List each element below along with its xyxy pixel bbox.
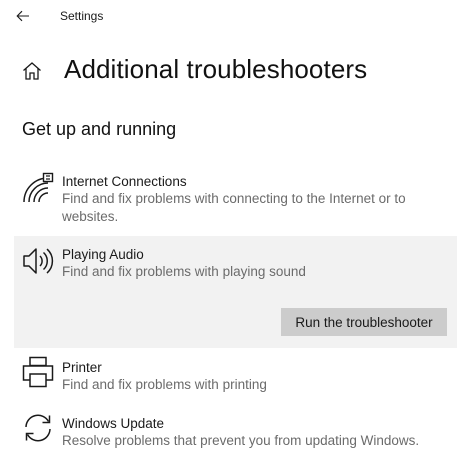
- sync-icon: [22, 412, 54, 444]
- item-description: Resolve problems that prevent you from u…: [62, 433, 420, 448]
- troubleshooter-printer[interactable]: Printer Find and fix problems with print…: [0, 354, 474, 398]
- item-title: Windows Update: [62, 416, 165, 431]
- back-arrow-icon: [16, 10, 30, 22]
- page-header: Additional troubleshooters: [0, 52, 474, 92]
- troubleshooter-playing-audio[interactable]: Playing Audio Find and fix problems with…: [14, 236, 457, 348]
- section-heading: Get up and running: [22, 119, 177, 139]
- run-troubleshooter-button[interactable]: Run the troubleshooter: [281, 308, 447, 336]
- printer-icon: [22, 356, 54, 388]
- troubleshooter-windows-update[interactable]: Windows Update Resolve problems that pre…: [0, 410, 474, 454]
- title-bar: Settings: [0, 0, 474, 32]
- back-button[interactable]: [10, 5, 36, 27]
- troubleshooter-internet-connections[interactable]: Internet Connections Find and fix proble…: [0, 168, 474, 232]
- item-description: Find and fix problems with playing sound: [62, 264, 306, 279]
- item-description: Find and fix problems with printing: [62, 377, 267, 392]
- page-title: Additional troubleshooters: [64, 54, 368, 84]
- item-title: Internet Connections: [62, 174, 187, 189]
- wifi-signal-icon: [22, 172, 54, 204]
- settings-window: Settings Additional troubleshooters Get …: [0, 0, 474, 474]
- item-title: Playing Audio: [62, 247, 144, 262]
- speaker-icon: [22, 245, 54, 277]
- window-title: Settings: [60, 9, 104, 23]
- item-description: Find and fix problems with connecting to…: [62, 191, 406, 224]
- home-icon[interactable]: [22, 61, 42, 81]
- item-title: Printer: [62, 360, 102, 375]
